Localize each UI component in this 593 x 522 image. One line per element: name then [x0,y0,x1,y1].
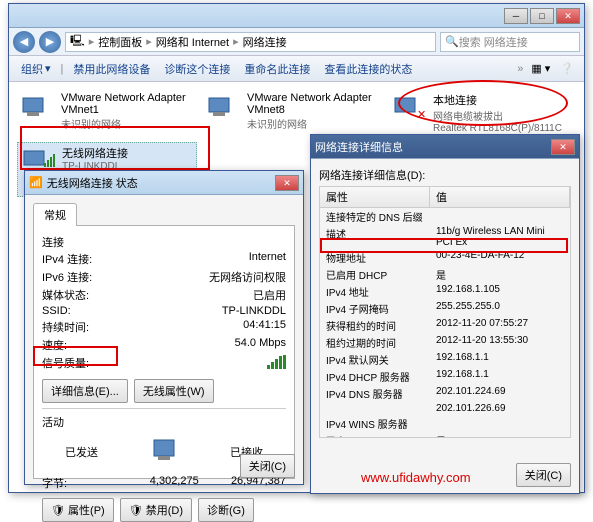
dialog-titlebar: 网络连接详细信息 ✕ [311,135,579,159]
dialog-title: 网络连接详细信息 [315,139,403,155]
status-row: SSID:TP-LINKDDL [42,304,286,318]
maximize-button[interactable]: □ [530,8,554,24]
close-button[interactable]: 关闭(C) [240,454,295,478]
status-row: 信号质量: [42,354,286,373]
details-dialog: 网络连接详细信息 ✕ 网络连接详细信息(D): 属性 值 连接特定的 DNS 后… [310,134,580,494]
organize-menu[interactable]: 组织 ▾ [15,58,57,80]
table-row[interactable]: 获得租约的时间2012-11-20 07:55:27 [320,317,570,334]
network-adapter-icon [19,92,55,122]
watermark: www.ufidawhy.com [361,470,471,485]
titlebar: ─ □ ✕ [9,4,584,28]
diagnose-button[interactable]: 诊断(G) [198,498,254,522]
network-adapter-icon [205,92,241,122]
table-row[interactable]: IPv4 DNS 服务器202.101.224.69 [320,385,570,402]
adapter-item[interactable]: ✕ 本地连接网络电缆被拔出Realtek RTL8168C(P)/8111C [389,90,569,136]
rename-button[interactable]: 重命名此连接 [238,58,316,80]
table-row[interactable]: 连接特定的 DNS 后缀 [320,208,570,225]
close-button[interactable]: 关闭(C) [516,463,571,487]
diagnose-button[interactable]: 诊断这个连接 [158,58,236,80]
disable-button[interactable]: 🛡 禁用(D) [120,498,192,522]
status-row: IPv4 连接:Internet [42,250,286,268]
search-input[interactable]: 🔍 搜索 网络连接 [440,32,580,52]
table-row[interactable]: 已启用 DHCP是 [320,266,570,283]
folder-icon: 🖳 [70,32,85,51]
address-bar: ◀ ▶ 🖳 ▸ 控制面板 ▸ 网络和 Internet ▸ 网络连接 🔍 搜索 … [9,28,584,56]
section-label: 活动 [42,414,286,430]
disable-device-button[interactable]: 禁用此网络设备 [67,58,156,80]
properties-button[interactable]: 🛡 属性(P) [42,498,114,522]
status-row: 持续时间:04:41:15 [42,318,286,336]
status-row: IPv6 连接:无网络访问权限 [42,268,286,286]
svg-text:✕: ✕ [417,109,426,121]
activity-icon [144,436,184,468]
table-row[interactable]: 已启用 NetBIOS ove...是 [320,432,570,438]
table-row[interactable]: 描述11b/g Wireless LAN Mini PCI Ex [320,225,570,249]
table-row[interactable]: IPv4 子网掩码255.255.255.0 [320,300,570,317]
adapter-item[interactable]: VMware Network Adapter VMnet8未识别的网络 [203,90,383,136]
section-label: 连接 [42,234,286,250]
close-button[interactable]: ✕ [275,175,299,191]
breadcrumb[interactable]: 🖳 ▸ 控制面板 ▸ 网络和 Internet ▸ 网络连接 [65,32,436,52]
minimize-button[interactable]: ─ [504,8,528,24]
network-adapter-icon: ✕ [391,92,427,122]
dialog-titlebar: 📶 无线网络连接 状态 ✕ [25,171,303,195]
wifi-icon: 📶 [29,176,43,189]
wireless-props-button[interactable]: 无线属性(W) [134,379,214,403]
status-row: 媒体状态:已启用 [42,286,286,304]
tab-general[interactable]: 常规 [33,203,77,226]
table-row[interactable]: 物理地址00-23-4E-DA-FA-12 [320,249,570,266]
forward-button[interactable]: ▶ [39,31,61,53]
details-button[interactable]: 详细信息(E)... [42,379,128,403]
table-row[interactable]: 202.101.226.69 [320,402,570,415]
view-icon[interactable]: ▦ ▾ [527,62,554,75]
close-button[interactable]: ✕ [556,8,580,24]
back-button[interactable]: ◀ [13,31,35,53]
table-row[interactable]: IPv4 默认网关192.168.1.1 [320,351,570,368]
details-table: 连接特定的 DNS 后缀描述11b/g Wireless LAN Mini PC… [319,208,571,438]
view-status-button[interactable]: 查看此连接的状态 [318,58,418,80]
table-header: 属性 值 [319,186,571,208]
table-row[interactable]: IPv4 WINS 服务器 [320,415,570,432]
status-row: 速度:54.0 Mbps [42,336,286,354]
search-icon: 🔍 [445,35,459,48]
table-row[interactable]: IPv4 地址192.168.1.105 [320,283,570,300]
status-dialog: 📶 无线网络连接 状态 ✕ 常规 连接 IPv4 连接:InternetIPv6… [24,170,304,485]
dialog-title: 无线网络连接 状态 [47,175,138,191]
help-icon[interactable]: ❔ [556,62,578,75]
toolbar: 组织 ▾ | 禁用此网络设备 诊断这个连接 重命名此连接 查看此连接的状态 » … [9,56,584,82]
adapter-item[interactable]: VMware Network Adapter VMnet1未识别的网络 [17,90,197,136]
close-button[interactable]: ✕ [551,139,575,155]
table-row[interactable]: 租约过期的时间2012-11-20 13:55:30 [320,334,570,351]
heading-label: 网络连接详细信息(D): [319,167,571,183]
table-row[interactable]: IPv4 DHCP 服务器192.168.1.1 [320,368,570,385]
